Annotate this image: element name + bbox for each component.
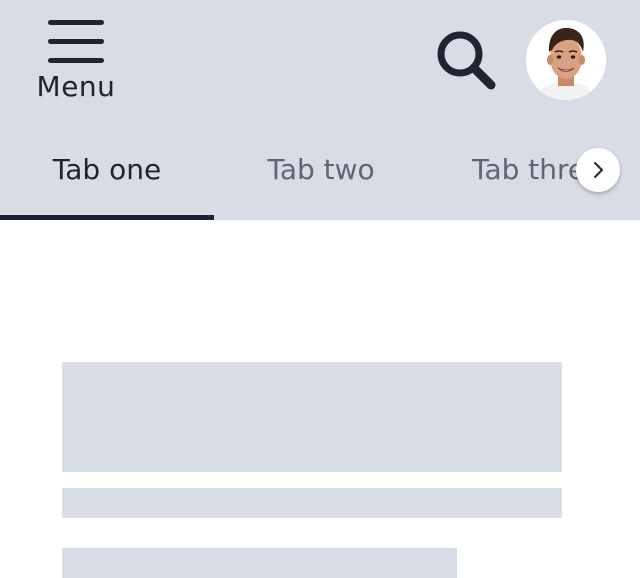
search-button[interactable] (430, 24, 502, 96)
hamburger-icon (48, 20, 104, 64)
chevron-right-icon (594, 162, 603, 178)
search-icon (437, 31, 496, 90)
menu-button[interactable]: Menu (30, 14, 122, 106)
tab-two[interactable]: Tab two (214, 120, 428, 220)
content-placeholder-line-short (62, 548, 457, 578)
content-placeholder-line (62, 488, 562, 518)
user-avatar-image (526, 20, 606, 100)
menu-label: Menu (36, 70, 116, 103)
active-tab-indicator (0, 215, 214, 220)
tabs-scroll-right-button[interactable] (576, 148, 620, 192)
content-placeholder-block (62, 362, 562, 472)
avatar[interactable] (526, 20, 606, 100)
app-header: Menu Tab one Tab two Tab three (0, 0, 640, 220)
tab-bar: Tab one Tab two Tab three (0, 120, 640, 220)
tab-one[interactable]: Tab one (0, 120, 214, 220)
